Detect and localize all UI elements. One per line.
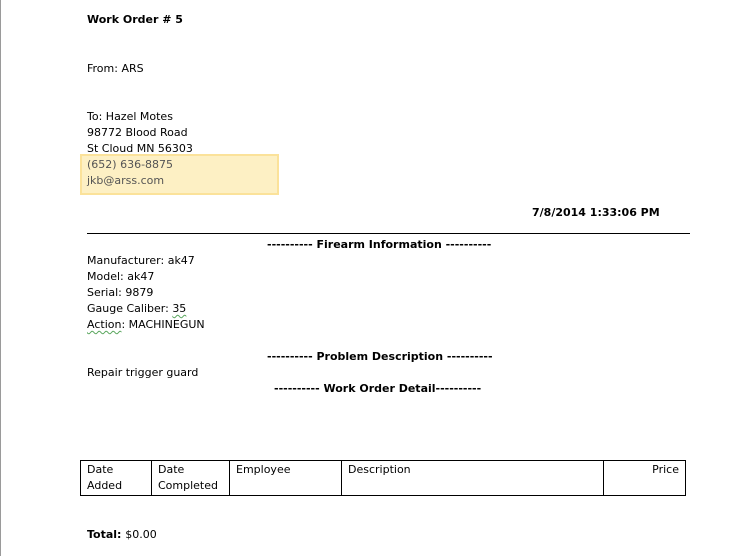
column-header-price: Price bbox=[603, 460, 686, 496]
work-order-detail-table: Date Added Date Completed Employee Descr… bbox=[80, 460, 686, 496]
total-line: Total: $0.00 bbox=[87, 527, 157, 543]
action-line: Action: MACHINEGUN bbox=[87, 317, 205, 333]
action-label: Action bbox=[87, 318, 122, 331]
firearm-section-heading: ---------- Firearm Information ---------… bbox=[267, 238, 492, 251]
column-header-date-completed: Date Completed bbox=[151, 460, 230, 496]
total-label: Total: bbox=[87, 528, 122, 541]
problem-description: Repair trigger guard bbox=[87, 366, 199, 379]
to-name: Hazel Motes bbox=[105, 110, 173, 123]
page-left-border bbox=[0, 0, 1, 556]
action-value: : MACHINEGUN bbox=[121, 318, 205, 331]
gauge-caliber-line: Gauge Caliber: 35 bbox=[87, 301, 186, 317]
manufacturer-line: Manufacturer: ak47 bbox=[87, 254, 195, 267]
total-value: $0.00 bbox=[125, 528, 157, 541]
to-label: To: bbox=[87, 110, 103, 123]
detail-section-heading: ---------- Work Order Detail---------- bbox=[274, 382, 482, 395]
work-order-title: Work Order # 5 bbox=[87, 13, 183, 26]
from-value: ARS bbox=[121, 62, 144, 75]
from-label: From: bbox=[87, 62, 118, 75]
column-header-employee: Employee bbox=[229, 460, 342, 496]
address-line-1: 98772 Blood Road bbox=[87, 126, 188, 139]
horizontal-rule bbox=[87, 233, 690, 234]
problem-section-heading: ---------- Problem Description ---------… bbox=[267, 350, 493, 363]
gauge-caliber-value: 35 bbox=[172, 302, 187, 315]
to-line: To: Hazel Motes bbox=[87, 109, 173, 125]
from-line: From: ARS bbox=[87, 61, 144, 77]
model-line: Model: ak47 bbox=[87, 270, 155, 283]
serial-line: Serial: 9879 bbox=[87, 286, 154, 299]
column-header-description: Description bbox=[341, 460, 604, 496]
gauge-caliber-label: Gauge Caliber: bbox=[87, 302, 169, 315]
order-timestamp: 7/8/2014 1:33:06 PM bbox=[532, 206, 660, 219]
table-header-row: Date Added Date Completed Employee Descr… bbox=[80, 460, 686, 496]
column-header-date-added: Date Added bbox=[80, 460, 152, 496]
email-address: jkb@arss.com bbox=[87, 174, 165, 187]
phone-number: (652) 636-8875 bbox=[87, 158, 174, 171]
